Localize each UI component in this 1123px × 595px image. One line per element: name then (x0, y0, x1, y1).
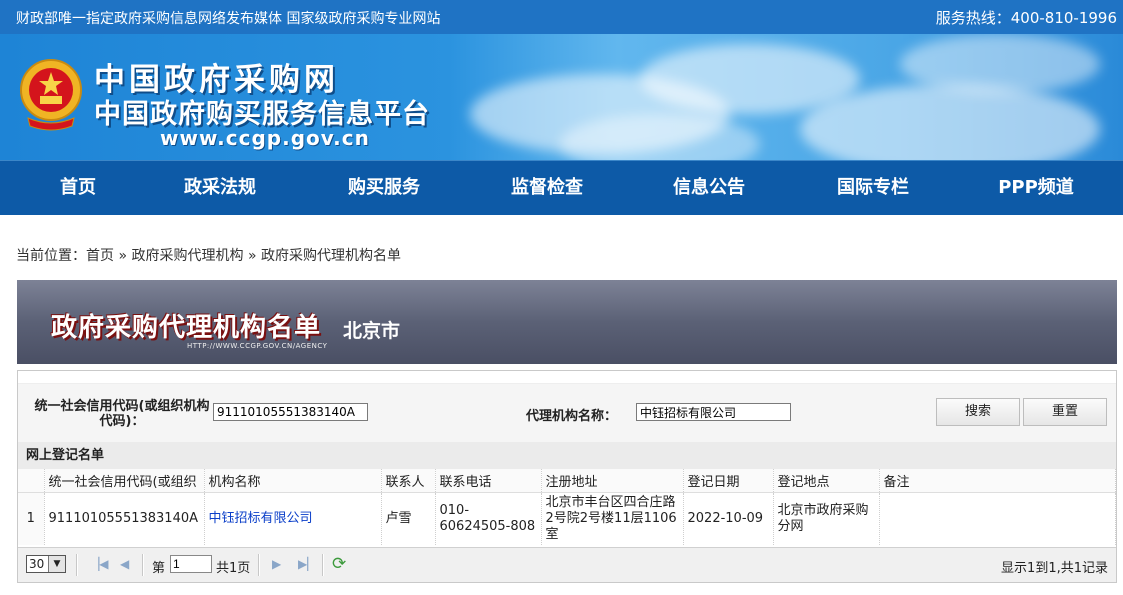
page-number-input[interactable] (170, 555, 212, 573)
agency-search-panel: 统一社会信用代码(或组织机构 代码)： 代理机构名称： 搜索 重置 网上登记名单… (17, 370, 1117, 583)
row-index: 1 (18, 492, 45, 545)
breadcrumb-home[interactable]: 首页 (86, 248, 114, 264)
col-register-date[interactable]: 登记日期 (683, 469, 774, 493)
breadcrumb-agency-list[interactable]: 政府采购代理机构名单 (261, 248, 401, 264)
title-banner: 政府采购代理机构名单 北京市 HTTP://WWW.CCGP.GOV.CN/AG… (17, 280, 1117, 364)
col-register-place[interactable]: 登记地点 (773, 469, 880, 493)
col-phone[interactable]: 联系电话 (435, 469, 542, 493)
service-hotline: 服务热线：400-810-1996 (935, 9, 1117, 27)
breadcrumb-separator: » (247, 248, 257, 264)
region-label: 北京市 (343, 320, 401, 342)
page-size-select[interactable]: 30 ▼ (26, 555, 66, 573)
pagination-summary: 显示1到1,共1记录 (1001, 561, 1108, 576)
nav-item-supervision[interactable]: 监督检查 (497, 161, 597, 215)
credit-code-label-line2: 代码)： (99, 414, 145, 429)
title-banner-url: HTTP://WWW.CCGP.GOV.CN/AGENCY (187, 342, 328, 350)
next-page-icon[interactable]: ▶ (272, 557, 281, 571)
cell-register-date: 2022-10-09 (683, 492, 774, 545)
page-prefix-label: 第 (152, 561, 166, 576)
page-title: 政府采购代理机构名单 (51, 313, 322, 343)
credit-code-label-line1: 统一社会信用代码(或组织机构 (34, 399, 210, 414)
table-header-row: 统一社会信用代码(或组织 机构名称 联系人 联系电话 注册地址 登记日期 登记地… (18, 469, 1116, 493)
search-form: 统一社会信用代码(或组织机构 代码)： 代理机构名称： 搜索 重置 (18, 383, 1116, 443)
col-contact[interactable]: 联系人 (381, 469, 436, 493)
cell-note (879, 492, 1116, 545)
main-nav: 首页 政采法规 购买服务 监督检查 信息公告 国际专栏 PPP频道 (0, 160, 1123, 215)
col-note[interactable]: 备注 (879, 469, 1116, 493)
breadcrumb-prefix: 当前位置： (16, 248, 86, 264)
cell-phone: 010-60624505-808 (435, 492, 542, 545)
credit-code-input[interactable] (213, 403, 368, 421)
page-total-label: 共1页 (216, 561, 251, 576)
cell-contact: 卢雪 (381, 492, 436, 545)
site-slogan: 财政部唯一指定政府采购信息网络发布媒体 国家级政府采购专业网站 (16, 11, 441, 27)
search-button[interactable]: 搜索 (936, 398, 1020, 426)
pagination-bar: 30 ▼ ▕◀ ◀ 第 共1页 ▶ ▶▏ ⟳ 显示1到1,共1记录 (18, 547, 1116, 582)
first-page-icon[interactable]: ▕◀ (90, 557, 108, 571)
cell-address: 北京市丰台区四合庄路2号院2号楼11层1106室 (541, 492, 684, 545)
col-index (18, 469, 45, 493)
cell-credit-code: 91110105551383140A (44, 492, 205, 545)
col-agency-name[interactable]: 机构名称 (204, 469, 382, 493)
nav-item-international[interactable]: 国际专栏 (823, 161, 923, 215)
breadcrumb: 当前位置：首页 » 政府采购代理机构 » 政府采购代理机构名单 (16, 245, 401, 265)
nav-item-announcements[interactable]: 信息公告 (659, 161, 759, 215)
breadcrumb-separator: » (118, 248, 128, 264)
agency-table: 统一社会信用代码(或组织 机构名称 联系人 联系电话 注册地址 登记日期 登记地… (18, 469, 1116, 545)
table-row[interactable]: 1 91110105551383140A 中钰招标有限公司 卢雪 010-606… (18, 492, 1116, 545)
site-banner: 中国政府采购网 中国政府购买服务信息平台 www.ccgp.gov.cn (0, 34, 1123, 160)
reset-button[interactable]: 重置 (1023, 398, 1107, 426)
col-address[interactable]: 注册地址 (541, 469, 684, 493)
nav-item-purchase-services[interactable]: 购买服务 (334, 161, 434, 215)
site-logo-url: www.ccgp.gov.cn (160, 126, 370, 150)
cell-register-place: 北京市政府采购分网 (773, 492, 880, 545)
cell-agency-name: 中钰招标有限公司 (204, 492, 382, 545)
nav-item-home[interactable]: 首页 (30, 161, 126, 215)
agency-name-input[interactable] (636, 403, 791, 421)
col-credit-code[interactable]: 统一社会信用代码(或组织 (44, 469, 205, 493)
agency-name-link[interactable]: 中钰招标有限公司 (209, 511, 313, 526)
chevron-down-icon: ▼ (48, 556, 65, 572)
top-strip: 财政部唯一指定政府采购信息网络发布媒体 国家级政府采购专业网站 服务热线：400… (0, 0, 1123, 34)
national-emblem-icon (20, 59, 82, 131)
agency-name-label: 代理机构名称： (526, 409, 618, 424)
breadcrumb-agencies[interactable]: 政府采购代理机构 (131, 248, 243, 264)
nav-item-regulations[interactable]: 政采法规 (170, 161, 270, 215)
page-size-value: 30 (29, 557, 45, 571)
list-section-header: 网上登记名单 (18, 442, 1116, 470)
prev-page-icon[interactable]: ◀ (120, 557, 129, 571)
refresh-icon[interactable]: ⟳ (332, 554, 346, 574)
nav-item-ppp[interactable]: PPP频道 (986, 161, 1086, 215)
credit-code-label: 统一社会信用代码(或组织机构 代码)： (32, 399, 212, 429)
list-section-title: 网上登记名单 (26, 448, 105, 463)
last-page-icon[interactable]: ▶▏ (298, 557, 316, 571)
